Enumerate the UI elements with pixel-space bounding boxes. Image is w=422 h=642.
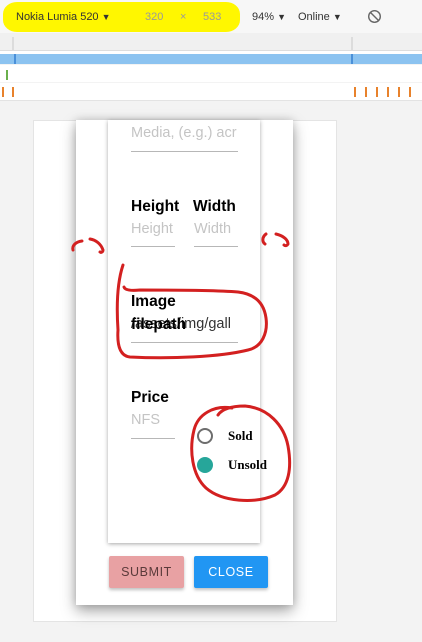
width-input[interactable]: 320 <box>145 11 163 23</box>
media-query-bar[interactable] <box>0 33 422 51</box>
height-label: Height <box>131 198 180 215</box>
image-label: Image <box>131 293 176 310</box>
device-name: Nokia Lumia 520 <box>16 11 99 23</box>
rotate-icon[interactable] <box>367 9 382 24</box>
min-width-bar[interactable] <box>0 65 422 82</box>
times-icon: × <box>180 11 187 23</box>
price-label: Price <box>131 389 169 406</box>
max-width-bar[interactable] <box>0 54 422 64</box>
unsold-label[interactable]: Unsold <box>228 457 267 473</box>
network-select[interactable]: Online ▼ <box>298 11 342 23</box>
zoom-select[interactable]: 94% ▼ <box>252 11 286 23</box>
sold-radio[interactable] <box>197 428 213 444</box>
height-input[interactable]: Height <box>131 221 175 237</box>
width-input[interactable]: Width <box>194 221 238 237</box>
device-toolbar: Nokia Lumia 520 ▼ 320 × 533 94% ▼ Online… <box>0 0 422 34</box>
orientation-bar[interactable] <box>0 83 422 101</box>
width-underline <box>194 246 238 247</box>
zoom-value: 94% <box>252 11 275 23</box>
close-button[interactable]: CLOSE <box>194 556 268 588</box>
chevron-down-icon: ▼ <box>101 12 111 22</box>
network-value: Online <box>298 11 330 23</box>
width-label: Width <box>193 198 236 215</box>
medium-underline <box>131 151 238 152</box>
submit-button[interactable]: SUBMIT <box>109 556 184 588</box>
height-input[interactable]: 533 <box>203 11 221 23</box>
price-input[interactable]: NFS <box>131 412 175 428</box>
chevron-down-icon: ▼ <box>277 12 287 22</box>
filepath-label: filepath <box>131 316 187 333</box>
price-underline <box>131 438 175 439</box>
chevron-down-icon: ▼ <box>332 12 342 22</box>
medium-input[interactable]: Media, (e.g.) acr <box>131 125 238 141</box>
sold-label[interactable]: Sold <box>228 428 253 444</box>
height-underline <box>131 246 175 247</box>
unsold-radio[interactable] <box>197 457 213 473</box>
device-select[interactable]: Nokia Lumia 520 ▼ <box>16 11 111 23</box>
image-underline <box>131 342 238 343</box>
